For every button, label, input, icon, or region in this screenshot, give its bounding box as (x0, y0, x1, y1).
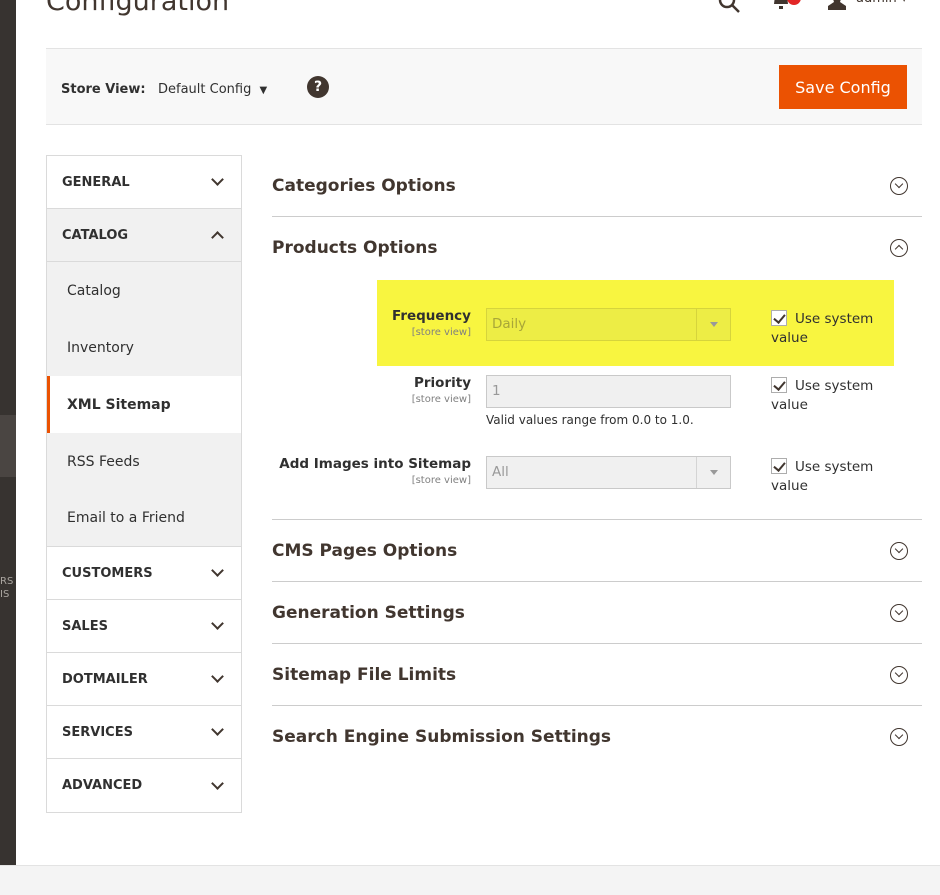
section-title: Search Engine Submission Settings (272, 727, 612, 747)
tab-label: SERVICES (62, 724, 133, 740)
dropdown-arrow-icon (696, 457, 730, 488)
nav-item-active[interactable] (0, 415, 16, 477)
nav-fragment: RS (0, 576, 14, 587)
section-title: Categories Options (272, 175, 456, 196)
tab-label: GENERAL (62, 174, 130, 190)
store-view-bar: Store View: Default Config ▼ ? Save Conf… (46, 48, 922, 125)
expand-icon (890, 665, 908, 684)
tab-catalog[interactable]: CATALOG (47, 209, 241, 262)
expand-icon (890, 176, 908, 195)
tab-label: ADVANCED (62, 778, 143, 793)
user-menu[interactable]: admin ▾ (856, 0, 907, 6)
search-icon[interactable] (716, 0, 742, 14)
field-scope: [store view] (411, 394, 471, 405)
expand-icon (890, 541, 908, 560)
priority-input[interactable]: 1 (486, 375, 731, 408)
notification-count: 5 (787, 0, 793, 2)
field-note: Valid values range from 0.0 to 1.0. (486, 413, 694, 427)
save-config-button[interactable]: Save Config (779, 65, 907, 109)
section-cms-pages-options[interactable]: CMS Pages Options (272, 520, 922, 582)
section-title: CMS Pages Options (272, 540, 458, 561)
expand-icon (890, 728, 908, 746)
field-scope: [store view] (411, 327, 471, 338)
section-generation-settings[interactable]: Generation Settings (272, 582, 922, 644)
user-icon[interactable] (826, 0, 848, 10)
page-title: Configuration (46, 0, 230, 17)
add-images-select[interactable]: All (486, 456, 731, 489)
nav-fragment: IS (0, 589, 10, 600)
dropdown-arrow-icon (696, 309, 730, 340)
section-products-options[interactable]: Products Options (272, 217, 922, 279)
section-title: Products Options (272, 238, 438, 258)
section-categories-options[interactable]: Categories Options (272, 155, 922, 217)
tab-advanced[interactable]: ADVANCED (47, 759, 241, 812)
chevron-down-icon (211, 776, 224, 790)
field-label: Add Images into Sitemap (279, 456, 471, 472)
config-tabs: GENERAL CATALOG Catalog Inventory XML Si… (46, 155, 242, 813)
tab-customers[interactable]: CUSTOMERS (47, 547, 241, 600)
field-label: Priority (414, 375, 471, 391)
field-label: Frequency (391, 308, 471, 324)
section-search-engine-submission[interactable]: Search Engine Submission Settings (272, 706, 922, 768)
tab-item-inventory[interactable]: Inventory (47, 319, 241, 376)
field-scope: [store view] (411, 475, 471, 486)
frequency-select[interactable]: Daily (486, 308, 731, 341)
tab-label: CATALOG (62, 227, 129, 243)
tab-dotmailer[interactable]: DOTMAILER (47, 653, 241, 706)
collapse-icon (890, 239, 908, 257)
config-sections: Categories Options Products Options Freq… (272, 155, 922, 768)
store-view-value: Default Config (158, 82, 252, 97)
use-system-value-checkbox[interactable] (771, 458, 787, 474)
section-sitemap-file-limits[interactable]: Sitemap File Limits (272, 644, 922, 706)
use-system-value-checkbox[interactable] (771, 377, 787, 393)
admin-left-nav: RS IS (0, 0, 16, 895)
use-system-value-checkbox[interactable] (771, 310, 787, 326)
products-options-fields: Frequency [store view] Daily Use system … (272, 279, 922, 520)
tab-item-xml-sitemap[interactable]: XML Sitemap (47, 376, 241, 433)
tab-item-rss-feeds[interactable]: RSS Feeds (47, 433, 241, 490)
select-value: Daily (492, 316, 527, 332)
chevron-down-icon (211, 670, 224, 683)
section-title: Generation Settings (272, 602, 465, 623)
chevron-down-icon (211, 564, 224, 577)
store-view-label: Store View: (61, 82, 146, 97)
chevron-down-icon (211, 617, 224, 630)
tab-sales[interactable]: SALES (47, 600, 241, 653)
expand-icon (890, 603, 908, 622)
select-value: All (492, 464, 509, 480)
section-title: Sitemap File Limits (272, 664, 457, 685)
chevron-down-icon (211, 723, 224, 736)
tab-item-email-to-a-friend[interactable]: Email to a Friend (47, 490, 241, 547)
chevron-down-icon (211, 173, 224, 186)
user-name: admin (856, 0, 897, 6)
store-view-select[interactable]: Default Config ▼ (158, 82, 267, 97)
tab-label: DOTMAILER (62, 671, 148, 687)
tab-general[interactable]: GENERAL (47, 156, 241, 209)
caret-down-icon: ▼ (259, 85, 268, 96)
help-icon[interactable]: ? (307, 76, 329, 98)
tab-label: SALES (62, 618, 108, 634)
tab-services[interactable]: SERVICES (47, 706, 241, 759)
tab-label: CUSTOMERS (62, 565, 153, 581)
page-footer (0, 865, 940, 895)
chevron-up-icon (211, 231, 224, 244)
tab-item-catalog[interactable]: Catalog (47, 262, 241, 319)
